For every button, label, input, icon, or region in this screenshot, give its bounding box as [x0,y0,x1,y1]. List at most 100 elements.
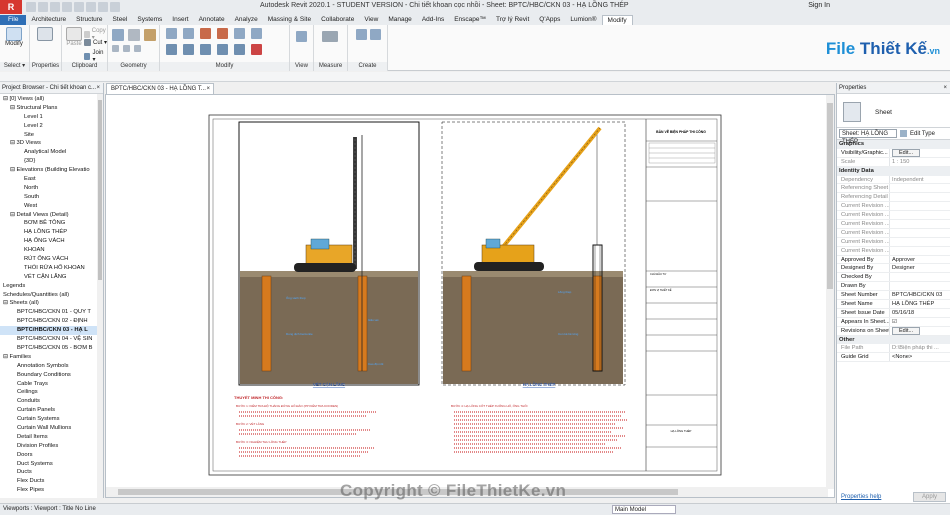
property-value[interactable]: BPTC/HBC/CKN 03 [889,291,950,300]
tree-item[interactable]: BPTC/HBC/CKN 01 - QUY T [0,308,103,317]
print-icon[interactable] [74,2,84,12]
property-value[interactable] [889,282,950,291]
sign-in-link[interactable]: Sign In [808,2,830,9]
tree-item[interactable]: ⊟ [0] Views (all) [0,95,103,104]
tree-item[interactable]: BPTC/HBC/CKN 02 - ĐỊNH [0,317,103,326]
tree-item[interactable]: ⊟ Detail Views (Detail) [0,211,103,220]
align-icon[interactable] [166,28,177,39]
tree-item[interactable]: Legends [0,282,103,291]
tree-item[interactable]: Level 1 [0,113,103,122]
property-value[interactable] [889,184,950,193]
array-icon[interactable] [217,44,228,55]
tree-item[interactable]: Ducts [0,468,103,477]
tree-item[interactable]: Analytical Model [0,148,103,157]
view-tab-sheet[interactable]: BPTC/HBC/CKN 03 - HẠ LỒNG T... × [106,83,214,94]
tree-item[interactable]: ⊟ Elevations (Building Elevatio [0,166,103,175]
tab-manage[interactable]: Manage [383,15,417,25]
property-group-header[interactable]: Identity Data [837,166,950,176]
property-value[interactable]: HẠ LỒNG THÉP [889,300,950,308]
tab-systems[interactable]: Systems [132,15,167,25]
close-icon[interactable]: × [943,83,947,93]
offset-icon[interactable] [183,28,194,39]
tab-tr-l-revit[interactable]: Trợ lý Revit [491,15,534,25]
tree-item[interactable]: RÚT ỐNG VÁCH [0,255,103,264]
tab-structure[interactable]: Structure [71,15,107,25]
property-value[interactable] [889,193,950,202]
tree-item[interactable]: Doors [0,451,103,460]
delete-icon[interactable] [251,44,262,55]
tab-enscape-[interactable]: Enscape™ [449,15,491,25]
redo-icon[interactable] [62,2,72,12]
type-selector[interactable]: Sheet [837,94,950,128]
tree-item[interactable]: BPTC/HBC/CKN 03 - HẠ L [0,326,103,336]
3d-view-icon[interactable] [110,2,120,12]
tree-item[interactable]: Schedules/Quantities (all) [0,291,103,300]
trim-icon[interactable] [251,28,262,39]
tree-item[interactable]: HẠ ỐNG VÁCH [0,237,103,246]
property-value[interactable]: ☑ [889,317,950,326]
tab-annotate[interactable]: Annotate [194,15,230,25]
tree-item[interactable]: ⊟ Families [0,353,103,362]
property-value[interactable]: Independent [889,175,950,184]
properties-button[interactable] [34,27,56,53]
edit-type-icon[interactable] [900,130,907,137]
tree-item[interactable]: HẠ LỒNG THÉP [0,228,103,237]
text-icon[interactable] [98,2,108,12]
properties-help-link[interactable]: Properties help [841,494,881,500]
tree-item[interactable]: Annotation Symbols [0,362,103,371]
tree-item[interactable]: VÉT CẶN LẮNG [0,273,103,282]
tree-item[interactable]: ⊟ Sheets (all) [0,299,103,308]
tab-insert[interactable]: Insert [167,15,193,25]
tree-item[interactable]: Level 2 [0,122,103,131]
close-tab-icon[interactable]: × [206,84,210,94]
tab-analyze[interactable]: Analyze [230,15,263,25]
tree-item[interactable]: East [0,175,103,184]
cut-button[interactable]: Cut ▾ [84,39,107,46]
property-value[interactable]: Edit... [889,148,950,157]
tab-architecture[interactable]: Architecture [26,15,71,25]
open-icon[interactable] [26,2,36,12]
tree-item[interactable]: ⊟ 3D Views [0,139,103,148]
close-icon[interactable]: × [96,83,100,93]
tab-collaborate[interactable]: Collaborate [316,15,359,25]
scroll-thumb[interactable] [827,103,833,289]
property-value[interactable]: Edit... [889,326,950,335]
cope-icon[interactable] [112,29,124,41]
property-value[interactable]: D:\Biện pháp thi ... [889,344,950,353]
property-value[interactable]: Approver [889,255,950,264]
tab-q-apps[interactable]: Q'Apps [534,15,565,25]
tree-item[interactable]: Ceilings [0,388,103,397]
edit-button[interactable]: Edit... [892,327,921,335]
tree-item[interactable]: Boundary Conditions [0,371,103,380]
tree-item[interactable]: South [0,193,103,202]
tree-item[interactable]: North [0,184,103,193]
tree-item[interactable]: Conduits [0,397,103,406]
tree-item[interactable]: Site [0,131,103,140]
canvas-vertical-scrollbar[interactable] [826,95,834,489]
tree-item[interactable]: Curtain Panels [0,406,103,415]
undo-icon[interactable] [50,2,60,12]
tree-item[interactable]: BPTC/HBC/CKN 05 - BƠM B [0,344,103,353]
tree-item[interactable]: Detail Items [0,433,103,442]
property-value[interactable] [889,246,950,255]
property-value[interactable]: 1 : 150 [889,157,950,166]
edit-type-button[interactable]: Edit Type [910,131,935,137]
tab-steel[interactable]: Steel [108,15,133,25]
main-model-dropdown[interactable]: Main Model [612,505,676,514]
property-group-header[interactable]: Other [837,335,950,345]
wall-joins-icon[interactable] [123,45,130,52]
scale-icon[interactable] [234,44,245,55]
mirror-axis-icon[interactable] [200,28,211,39]
tree-item[interactable]: Curtain Systems [0,415,103,424]
tab-lumion-[interactable]: Lumion® [565,15,601,25]
tree-item[interactable]: THỔI RỬA HỐ KHOAN [0,264,103,273]
property-value[interactable] [889,202,950,211]
property-value[interactable]: <None> [889,353,950,362]
save-icon[interactable] [38,2,48,12]
modify-button[interactable]: Modify [3,27,25,53]
mirror-draw-icon[interactable] [217,28,228,39]
edit-button[interactable]: Edit... [892,149,921,157]
create-parts-icon[interactable] [370,29,381,40]
split-icon[interactable] [234,28,245,39]
rotate-icon[interactable] [200,44,211,55]
